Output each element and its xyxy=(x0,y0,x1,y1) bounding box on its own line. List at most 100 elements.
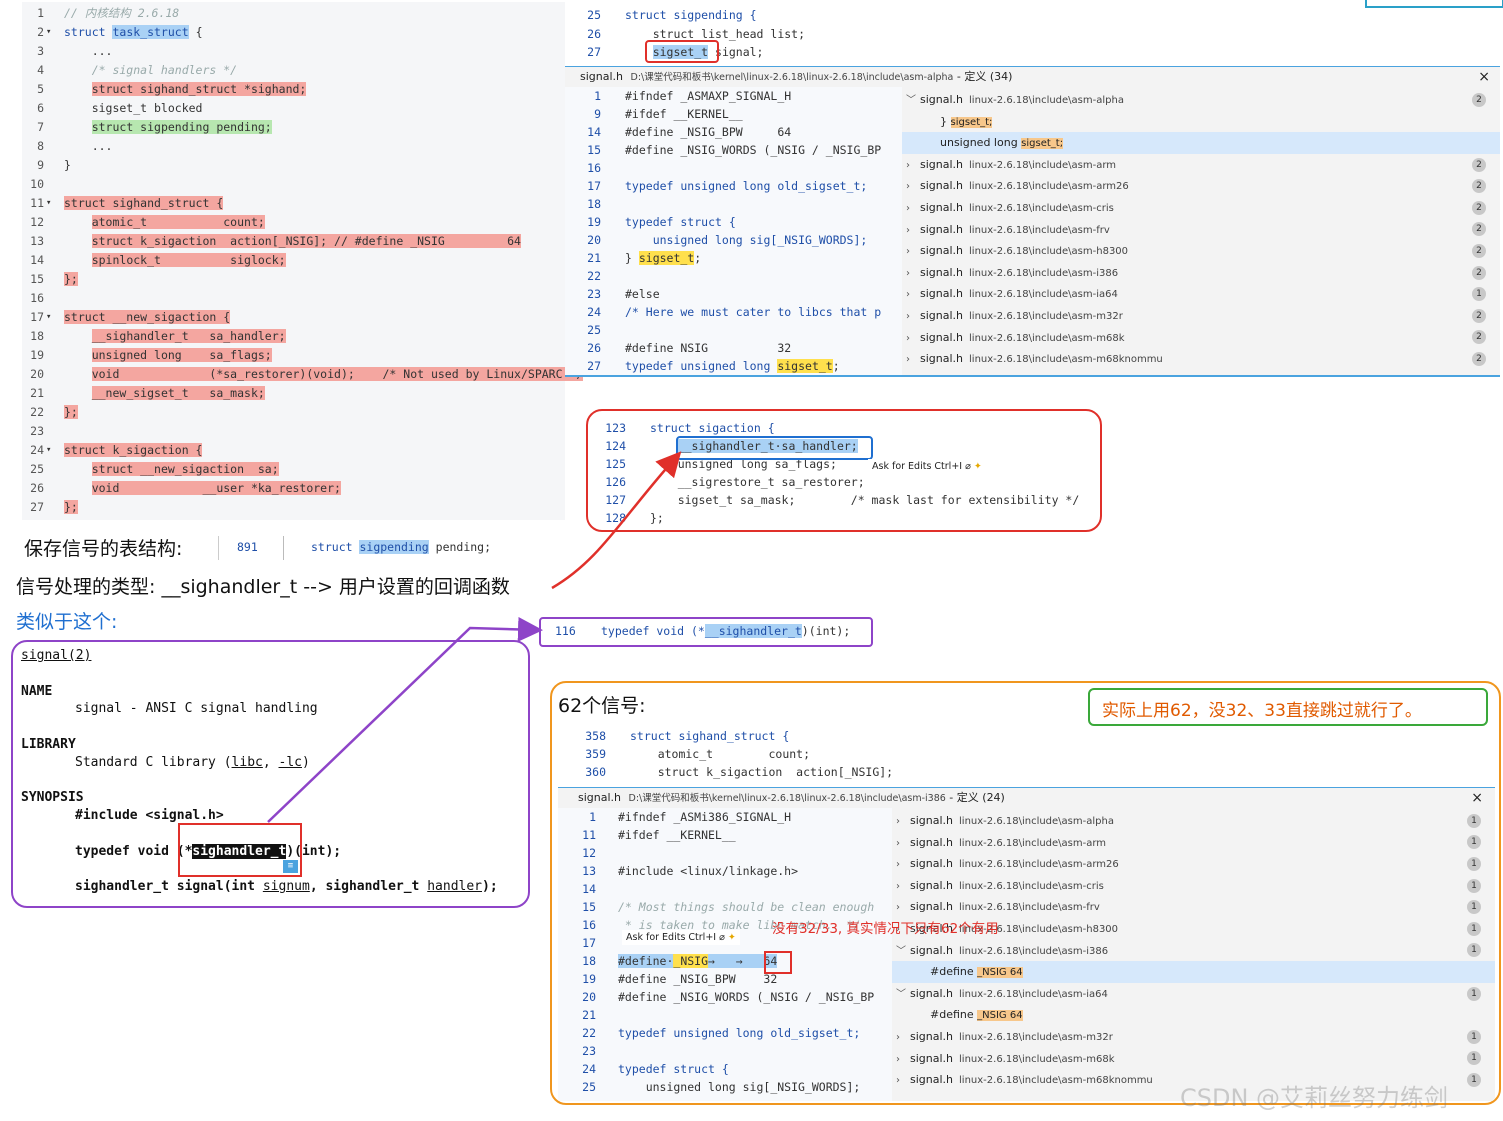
chevron-icon[interactable]: › xyxy=(896,876,910,898)
peek-ref-file[interactable]: › signal.h linux-2.6.18\include\asm-m68k 2 xyxy=(902,327,1500,349)
line-number: 127 xyxy=(605,493,626,507)
man-lib-libc-link[interactable]: libc xyxy=(232,755,263,770)
code-token: atomic_t count; xyxy=(630,747,811,761)
peek-ref-file[interactable]: › signal.h linux-2.6.18\include\asm-m32r 2 xyxy=(902,305,1500,327)
peek-ref-match[interactable]: #define _NSIG 64 xyxy=(892,961,1495,983)
line-number: 11 xyxy=(30,196,44,210)
code-text: typedef unsigned long sigset_t; xyxy=(625,357,840,375)
code-text: }; xyxy=(64,403,78,422)
chevron-icon[interactable]: › xyxy=(906,263,920,285)
line-number: 1 xyxy=(594,89,601,103)
code-text: void __user *ka_restorer; xyxy=(64,479,341,498)
peek-ref-file-name: signal.h xyxy=(910,1030,954,1043)
peek-ref-file[interactable]: › signal.h linux-2.6.18\include\asm-arm26 2 xyxy=(902,175,1500,197)
peek-ref-file[interactable]: › signal.h linux-2.6.18\include\asm-frv 2 xyxy=(902,219,1500,241)
peek-ref-path: linux-2.6.18\include\asm-m68k xyxy=(959,1053,1115,1065)
peek-close-icon[interactable]: × xyxy=(1471,788,1483,808)
code-token: #define _NSIG_BPW 64 xyxy=(625,125,792,139)
code-line: 8 ... xyxy=(22,137,565,156)
chevron-icon[interactable]: › xyxy=(906,284,920,306)
line-number: 21 xyxy=(30,386,44,400)
code-line: 21 xyxy=(558,1006,892,1024)
code-text: struct sighand_struct { xyxy=(64,194,224,213)
ask-for-edits-tooltip[interactable]: Ask for Edits Ctrl+I ⌀ ✦ xyxy=(868,459,986,474)
peek-close-icon[interactable]: × xyxy=(1478,67,1490,87)
code-line: 14 xyxy=(558,880,892,898)
peek-ref-file[interactable]: › signal.h linux-2.6.18\include\asm-m68k 1 xyxy=(892,1048,1495,1070)
code-text: struct task_struct { xyxy=(64,23,203,42)
peek-ref-match[interactable]: unsigned long sigset_t; xyxy=(902,132,1500,154)
line-number: 16 xyxy=(30,291,44,305)
sparkle-icon[interactable]: ✦ xyxy=(728,932,736,943)
peek-ref-match[interactable]: #define _NSIG 64 xyxy=(892,1004,1495,1026)
code-line: 23 xyxy=(22,422,565,441)
chevron-icon[interactable]: › xyxy=(906,198,920,220)
chevron-icon[interactable]: ﹀ xyxy=(896,941,910,963)
peek-header-alpha: signal.h D:\课堂代码和板书\kernel\linux-2.6.18\… xyxy=(565,66,1500,88)
chevron-icon[interactable]: › xyxy=(896,833,910,855)
peek-ref-file[interactable]: ﹀ signal.h linux-2.6.18\include\asm-i386 1 xyxy=(892,940,1495,962)
paperclip-icon[interactable]: ⌀ xyxy=(965,461,971,472)
chevron-icon[interactable]: › xyxy=(906,328,920,350)
code-token: #define _NSIG_BPW 32 xyxy=(618,972,778,986)
match-count-badge: 1 xyxy=(1467,900,1481,915)
chevron-icon[interactable]: › xyxy=(896,811,910,833)
caption-handler-type: 信号处理的类型: __sighandler_t --> 用户设置的回调函数 xyxy=(16,576,510,598)
man-lib-end: ) xyxy=(302,755,310,770)
paperclip-icon[interactable]: ⌀ xyxy=(719,932,725,943)
chevron-icon[interactable]: › xyxy=(906,176,920,198)
peek-ref-file[interactable]: › signal.h linux-2.6.18\include\asm-i386 2 xyxy=(902,262,1500,284)
code-token: task_struct xyxy=(112,25,189,39)
chevron-icon[interactable]: › xyxy=(896,897,910,919)
sparkle-icon[interactable]: ✦ xyxy=(974,461,982,472)
peek-ref-match[interactable]: } sigset_t; xyxy=(902,111,1500,133)
code-line: 25 xyxy=(565,321,895,339)
match-count-badge: 2 xyxy=(1472,265,1486,280)
peek-ref-file[interactable]: › signal.h linux-2.6.18\include\asm-arm 1 xyxy=(892,832,1495,854)
peek-ref-path: linux-2.6.18\include\asm-h8300 xyxy=(969,246,1129,258)
man-lib-lc-link[interactable]: -lc xyxy=(279,755,302,770)
peek-ref-file[interactable]: › signal.h linux-2.6.18\include\asm-ia64 1 xyxy=(902,283,1500,305)
peek-ref-file[interactable]: ﹀ signal.h linux-2.6.18\include\asm-ia64 1 xyxy=(892,983,1495,1005)
peek-header-i386: signal.h D:\课堂代码和板书\kernel\linux-2.6.18\… xyxy=(558,787,1495,809)
chevron-icon[interactable]: › xyxy=(906,155,920,177)
peek-ref-file[interactable]: › signal.h linux-2.6.18\include\asm-arm26 1 xyxy=(892,853,1495,875)
peek-ref-file[interactable]: › signal.h linux-2.6.18\include\asm-alpha 1 xyxy=(892,810,1495,832)
chevron-icon[interactable]: › xyxy=(896,1070,910,1092)
code-text: void (*sa_restorer)(void); /* Not used b… xyxy=(64,365,584,384)
peek-ref-file[interactable]: › signal.h linux-2.6.18\include\asm-frv 1 xyxy=(892,896,1495,918)
chevron-icon[interactable]: ﹀ xyxy=(896,984,910,1006)
man-hint-icon[interactable]: ≡ xyxy=(283,860,298,873)
ask-for-edits-tooltip[interactable]: Ask for Edits Ctrl+I ⌀ ✦ xyxy=(622,930,740,945)
chevron-icon[interactable]: › xyxy=(896,1027,910,1049)
peek-ref-file[interactable]: ﹀ signal.h linux-2.6.18\include\asm-alpha 2 xyxy=(902,89,1500,111)
code-text: #ifndef _ASMAXP_SIGNAL_H xyxy=(625,87,791,105)
chevron-icon[interactable]: › xyxy=(906,241,920,263)
line-number: 25 xyxy=(587,8,601,22)
peek-ref-file[interactable]: › signal.h linux-2.6.18\include\asm-m32r 1 xyxy=(892,1026,1495,1048)
match-count-badge: 1 xyxy=(1467,878,1481,893)
peek-ref-path: linux-2.6.18\include\asm-i386 xyxy=(969,267,1119,279)
chevron-icon[interactable]: › xyxy=(906,349,920,371)
match-count-badge: 2 xyxy=(1472,200,1486,215)
peek-ref-file-name: signal.h xyxy=(920,93,964,106)
fold-chevron-icon[interactable]: ▾ xyxy=(46,441,51,460)
chevron-icon[interactable]: › xyxy=(896,1049,910,1071)
chevron-icon[interactable]: ﹀ xyxy=(906,90,920,112)
peek-ref-file[interactable]: › signal.h linux-2.6.18\include\asm-m68kno… xyxy=(902,348,1500,370)
fold-chevron-icon[interactable]: ▾ xyxy=(46,194,51,213)
code-line: 11 ▾ struct sighand_struct { xyxy=(22,194,565,213)
fold-chevron-icon[interactable]: ▾ xyxy=(46,23,51,42)
chevron-icon[interactable]: › xyxy=(906,306,920,328)
peek-ref-file[interactable]: › signal.h linux-2.6.18\include\asm-arm 2 xyxy=(902,154,1500,176)
peek-ref-path: linux-2.6.18\include\asm-m32r xyxy=(969,311,1123,322)
code-token: spinlock_t siglock; xyxy=(91,253,286,267)
line-number: 20 xyxy=(30,367,44,381)
chevron-icon[interactable]: › xyxy=(896,854,910,876)
chevron-icon[interactable]: › xyxy=(906,220,920,242)
peek-ref-file[interactable]: › signal.h linux-2.6.18\include\asm-cris 1 xyxy=(892,875,1495,897)
peek-ref-file[interactable]: › signal.h linux-2.6.18\include\asm-cris 2 xyxy=(902,197,1500,219)
peek-ref-file[interactable]: › signal.h linux-2.6.18\include\asm-h8300 2 xyxy=(902,240,1500,262)
fold-chevron-icon[interactable]: ▾ xyxy=(46,308,51,327)
